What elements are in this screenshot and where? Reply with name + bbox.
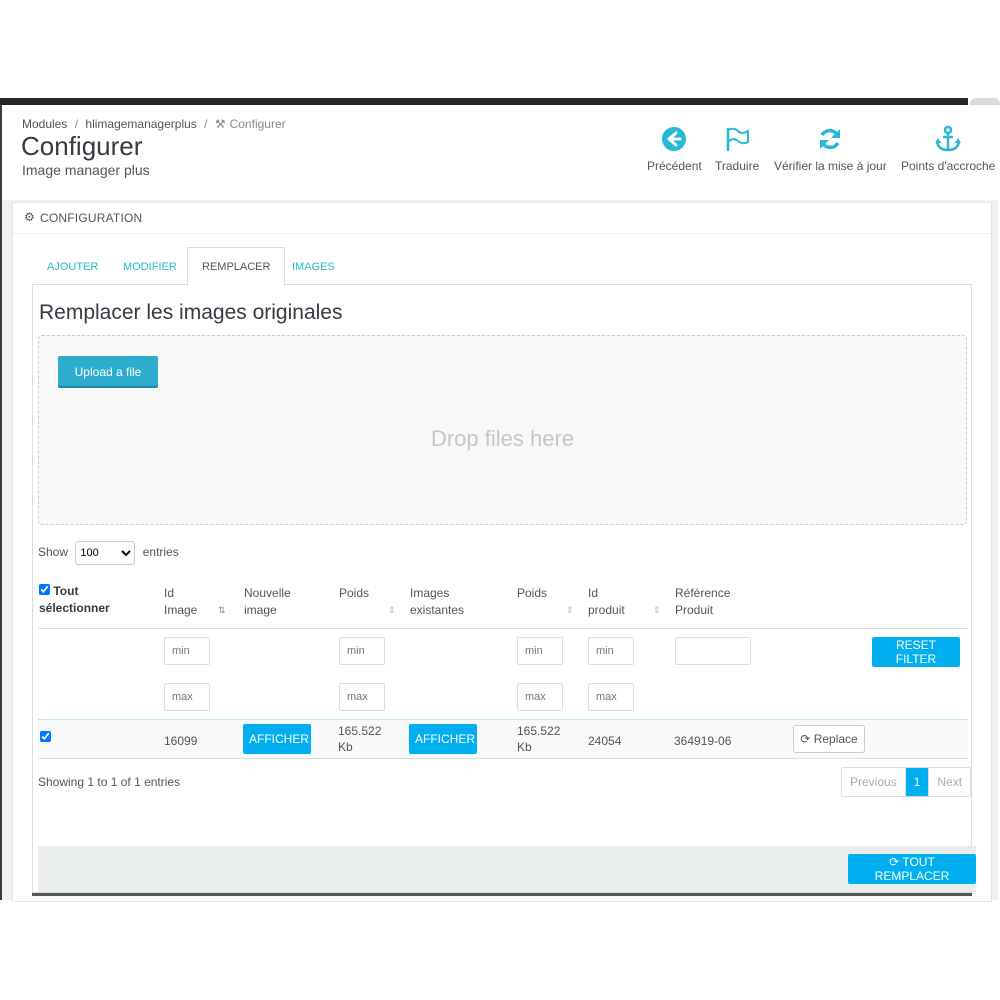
- header-divider: [38, 628, 968, 629]
- header-reference[interactable]: Référence Produit: [675, 585, 730, 619]
- sort-icon: ⇕: [653, 605, 661, 615]
- configuration-panel: ⚙ CONFIGURATION AJOUTER MODIFIER REMPLAC…: [12, 202, 992, 902]
- anchor-icon: [935, 125, 962, 152]
- refresh-icon: ⟳: [889, 855, 900, 869]
- top-dark-bar: [0, 98, 968, 105]
- weight-new-max-filter[interactable]: [339, 683, 385, 711]
- cell-id-product: 24054: [588, 734, 622, 748]
- dropzone[interactable]: Upload a file Drop files here: [38, 335, 967, 525]
- gear-icon: ⚙: [24, 210, 35, 224]
- tab-content: Remplacer les images originales Upload a…: [32, 284, 976, 893]
- translate-button[interactable]: Traduire: [715, 125, 759, 173]
- length-control: Show 100 entries: [38, 541, 179, 565]
- breadcrumb-module[interactable]: hlimagemanagerplus: [85, 117, 196, 131]
- header-id-product[interactable]: Id produit: [588, 585, 625, 619]
- tab-images-manquantes[interactable]: IMAGES MANQUANTES: [278, 247, 384, 313]
- id-image-max-filter[interactable]: [164, 683, 210, 711]
- id-product-max-filter[interactable]: [588, 683, 634, 711]
- wrench-icon: ⚒: [214, 117, 226, 131]
- tab-remplacer[interactable]: REMPLACER: [187, 247, 286, 286]
- show-existing-image-button[interactable]: AFFICHER: [409, 724, 477, 754]
- replace-all-button[interactable]: ⟳ TOUT REMPLACER: [848, 854, 976, 884]
- table-info: Showing 1 to 1 of 1 entries: [38, 775, 181, 789]
- pager-previous[interactable]: Previous: [842, 768, 906, 796]
- header-id-image[interactable]: Id Image: [164, 585, 197, 619]
- bottom-border: [32, 893, 972, 896]
- check-update-button[interactable]: Vérifier la mise à jour: [774, 125, 887, 173]
- page-subtitle: Image manager plus: [22, 162, 150, 178]
- refresh-icon: ⟳: [800, 732, 811, 746]
- sort-icon: ⇕: [566, 605, 574, 615]
- tab-modifier[interactable]: MODIFIER: [109, 247, 191, 284]
- reset-filter-button[interactable]: RESET FILTER: [872, 637, 960, 667]
- hooks-button[interactable]: Points d'accroche: [901, 125, 995, 173]
- back-button[interactable]: Précédent: [647, 125, 702, 173]
- breadcrumb-modules[interactable]: Modules: [22, 117, 67, 131]
- weight-old-max-filter[interactable]: [517, 683, 563, 711]
- flag-icon: [726, 127, 750, 151]
- upload-button[interactable]: Upload a file: [58, 356, 158, 386]
- id-image-min-filter[interactable]: [164, 637, 210, 665]
- header-weight-new[interactable]: Poids: [339, 585, 369, 602]
- weight-old-min-filter[interactable]: [517, 637, 563, 665]
- breadcrumb-current: Configurer: [229, 117, 286, 131]
- panel-heading: ⚙ CONFIGURATION: [13, 203, 991, 234]
- sort-icon: ⇕: [388, 605, 396, 615]
- replace-button[interactable]: ⟳ Replace: [793, 725, 865, 753]
- row-checkbox[interactable]: [40, 731, 51, 742]
- panel-footer: ⟳ TOUT REMPLACER: [38, 846, 976, 892]
- header-new-image: Nouvelle image: [244, 586, 291, 617]
- section-title: Remplacer les images originales: [39, 301, 343, 324]
- pager-next[interactable]: Next: [928, 768, 971, 796]
- show-new-image-button[interactable]: AFFICHER: [243, 724, 311, 754]
- pager-page-1[interactable]: 1: [905, 768, 929, 796]
- weight-new-min-filter[interactable]: [339, 637, 385, 665]
- page-length-select[interactable]: 100: [75, 541, 136, 565]
- header-weight-old[interactable]: Poids: [517, 585, 547, 602]
- pagination: Previous 1 Next: [841, 767, 972, 797]
- refresh-icon: [820, 128, 841, 150]
- row-bottom-divider: [38, 758, 968, 759]
- select-all-checkbox[interactable]: [39, 584, 50, 595]
- cell-weight-new: 165.522 Kb: [338, 724, 382, 754]
- table-row: 16099 AFFICHER 165.522 Kb AFFICHER 165.52…: [38, 720, 968, 758]
- cell-reference: 364919-06: [674, 734, 732, 748]
- page-title: Configurer: [21, 131, 143, 161]
- tab-ajouter[interactable]: AJOUTER: [33, 247, 112, 284]
- breadcrumb: Modules / hlimagemanagerplus / ⚒ Configur…: [22, 117, 286, 131]
- drop-text: Drop files here: [430, 426, 575, 451]
- cell-id-image: 16099: [164, 734, 198, 748]
- sort-asc-icon: ⇅: [218, 605, 226, 615]
- select-all-header: Tout sélectionner: [39, 584, 110, 615]
- arrow-left-circle-icon: [662, 127, 687, 151]
- reference-filter[interactable]: [675, 637, 751, 665]
- id-product-min-filter[interactable]: [588, 637, 634, 665]
- header-existing-images: Images existantes: [410, 586, 465, 617]
- cell-weight-old: 165.522 Kb: [517, 724, 561, 754]
